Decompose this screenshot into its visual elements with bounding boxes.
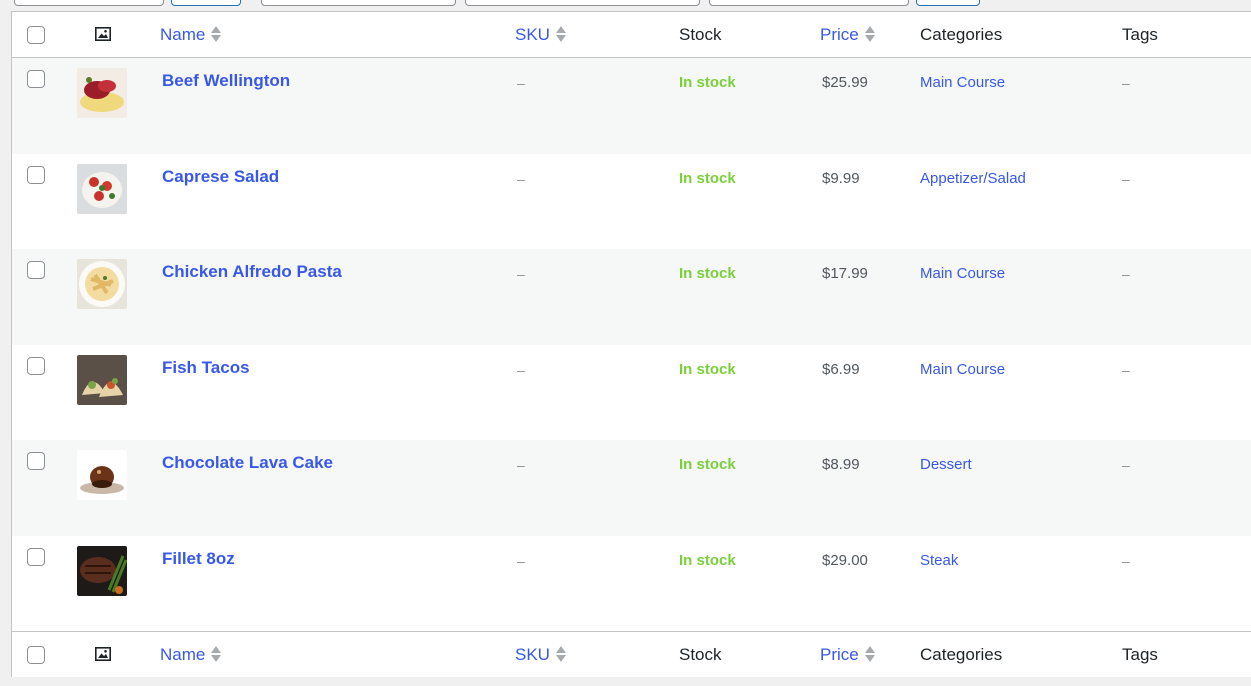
product-name-link[interactable]: Chicken Alfredo Pasta (162, 262, 342, 282)
product-thumbnail[interactable] (77, 450, 127, 500)
column-sku[interactable]: SKU (515, 645, 566, 665)
stock-status: In stock (679, 360, 736, 378)
stock-status: In stock (679, 265, 736, 282)
tags-value: – (1122, 361, 1130, 378)
filter-select[interactable] (709, 0, 909, 6)
sku-value: – (517, 266, 525, 282)
column-tags: Tags (1122, 645, 1158, 664)
products-table: Name SKU Stock Price Categories Tags Bee… (11, 11, 1251, 677)
category-link[interactable]: Steak (920, 552, 958, 569)
filter-select[interactable] (261, 0, 456, 6)
price-value: $6.99 (822, 360, 860, 378)
product-name-link[interactable]: Beef Wellington (162, 71, 290, 91)
product-thumbnail[interactable] (77, 163, 127, 214)
sort-icon (211, 645, 222, 663)
price-value: $8.99 (822, 456, 860, 473)
column-price[interactable]: Price (820, 645, 875, 665)
category-link[interactable]: Appetizer/Salad (920, 170, 1026, 187)
select-all-checkbox[interactable] (27, 26, 45, 44)
sort-icon (211, 25, 222, 43)
sku-value: – (517, 552, 525, 569)
tags-value: – (1122, 552, 1130, 569)
filter-button[interactable] (171, 0, 241, 6)
column-name[interactable]: Name (160, 25, 222, 45)
column-categories: Categories (920, 645, 1003, 664)
category-link[interactable]: Dessert (920, 456, 972, 473)
table-row: Fillet 8oz – In stock $29.00 Steak – (12, 536, 1251, 632)
tags-value: – (1122, 457, 1130, 473)
row-checkbox[interactable] (27, 70, 45, 88)
stock-status: In stock (679, 456, 736, 473)
table-row: Caprese Salad – In stock $9.99 Appetizer… (12, 154, 1251, 250)
product-thumbnail[interactable] (77, 354, 127, 405)
column-name[interactable]: Name (160, 645, 222, 665)
category-link[interactable]: Main Course (920, 265, 1005, 282)
product-name-link[interactable]: Chocolate Lava Cake (162, 453, 333, 473)
price-value: $17.99 (822, 265, 868, 282)
stock-status: In stock (679, 169, 736, 187)
stock-status: In stock (679, 74, 736, 91)
tags-value: – (1122, 75, 1130, 91)
price-value: $9.99 (822, 169, 860, 187)
product-name-link[interactable]: Fish Tacos (162, 358, 250, 378)
tags-value: – (1122, 266, 1130, 282)
product-thumbnail[interactable] (77, 68, 127, 118)
sku-value: – (517, 170, 525, 187)
table-header: Name SKU Stock Price Categories Tags (12, 12, 1251, 58)
sort-icon (864, 645, 875, 663)
column-sku[interactable]: SKU (515, 25, 566, 45)
category-link[interactable]: Main Course (920, 74, 1005, 91)
image-icon (95, 27, 111, 41)
category-link[interactable]: Main Course (920, 361, 1005, 378)
table-row: Fish Tacos – In stock $6.99 Main Course … (12, 345, 1251, 441)
page-background (0, 677, 1251, 686)
image-icon (95, 647, 111, 661)
sku-value: – (517, 361, 525, 378)
product-thumbnail[interactable] (77, 545, 127, 596)
filter-bar-remnant (0, 0, 1251, 6)
price-value: $29.00 (822, 551, 868, 569)
product-thumbnail[interactable] (77, 259, 127, 309)
row-checkbox[interactable] (27, 165, 45, 184)
filter-select[interactable] (14, 0, 164, 6)
column-price[interactable]: Price (820, 25, 875, 45)
select-all-checkbox[interactable] (27, 646, 45, 664)
column-tags: Tags (1122, 25, 1158, 44)
table-row: Chicken Alfredo Pasta – In stock $17.99 … (12, 249, 1251, 345)
row-checkbox[interactable] (27, 547, 45, 566)
sort-icon (864, 25, 875, 43)
table-row: Chocolate Lava Cake – In stock $8.99 Des… (12, 440, 1251, 536)
sort-icon (555, 645, 566, 663)
product-name-link[interactable]: Caprese Salad (162, 167, 279, 187)
row-checkbox[interactable] (27, 452, 45, 470)
row-checkbox[interactable] (27, 356, 45, 375)
price-value: $25.99 (822, 74, 868, 91)
product-name-link[interactable]: Fillet 8oz (162, 549, 235, 569)
row-checkbox[interactable] (27, 261, 45, 279)
column-categories: Categories (920, 25, 1003, 44)
column-stock: Stock (679, 645, 722, 664)
filter-select[interactable] (465, 0, 700, 6)
sort-icon (555, 25, 566, 43)
tags-value: – (1122, 170, 1130, 187)
stock-status: In stock (679, 551, 736, 569)
table-row: Beef Wellington – In stock $25.99 Main C… (12, 58, 1251, 154)
column-stock: Stock (679, 25, 722, 44)
sku-value: – (517, 457, 525, 473)
table-footer: Name SKU Stock Price Categories Tags (12, 631, 1251, 677)
filter-button[interactable] (916, 0, 980, 6)
sku-value: – (517, 75, 525, 91)
